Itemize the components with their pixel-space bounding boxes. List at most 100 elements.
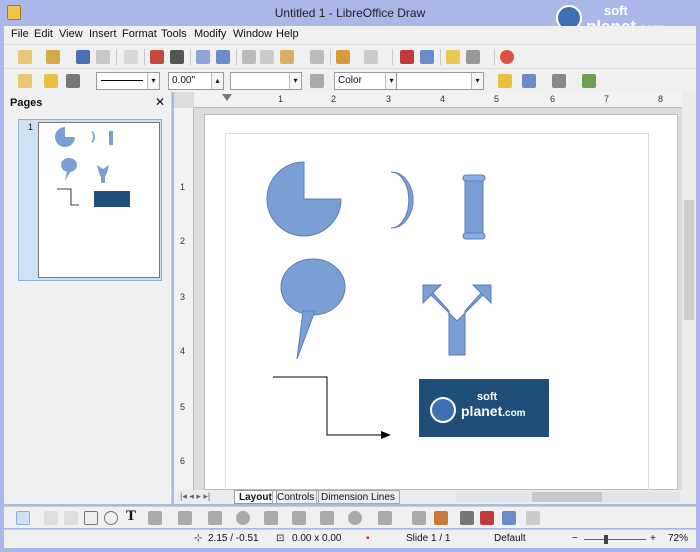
menu-modify[interactable]: Modify	[194, 28, 226, 40]
zoom-out-icon[interactable]: −	[572, 533, 578, 544]
menu-insert[interactable]: Insert	[89, 28, 117, 40]
gallery-icon[interactable]	[502, 511, 516, 525]
ruler-h-4: 4	[440, 94, 446, 104]
area-style-select[interactable]: Color ▾	[334, 72, 398, 90]
menu-format[interactable]: Format	[122, 28, 157, 40]
undo-icon[interactable]	[336, 50, 350, 64]
clone-formatting-icon[interactable]	[310, 50, 324, 64]
zoom-in-icon[interactable]: +	[650, 533, 656, 544]
zoom-level[interactable]: 72%	[668, 533, 688, 544]
close-icon[interactable]: ✕	[155, 95, 165, 109]
ruler-h-7: 7	[604, 94, 610, 104]
line-arrow-icon[interactable]	[64, 511, 78, 525]
line-width-field[interactable]: 0.00" ▴	[168, 72, 224, 90]
line-style-select[interactable]: ▾	[96, 72, 160, 90]
insert-image-icon[interactable]	[460, 511, 474, 525]
vertical-scrollbar[interactable]	[682, 92, 696, 490]
menu-view[interactable]: View	[59, 28, 83, 40]
stars-icon[interactable]	[378, 511, 392, 525]
vertical-ruler: 1 2 3 4 5 6	[174, 108, 194, 490]
area-fill-select[interactable]: ▾	[396, 72, 484, 90]
fontwork-icon[interactable]	[434, 511, 448, 525]
tab-dimension-lines[interactable]: Dimension Lines	[316, 490, 400, 504]
zoom-slider-thumb[interactable]	[604, 535, 608, 544]
callouts-icon[interactable]	[348, 511, 362, 525]
horizontal-scrollbar[interactable]	[456, 492, 680, 502]
help-icon[interactable]	[500, 50, 514, 64]
3d-objects-icon[interactable]	[526, 511, 540, 525]
line-icon[interactable]	[44, 511, 58, 525]
points-icon[interactable]	[446, 50, 460, 64]
text-icon[interactable]: T	[126, 508, 136, 525]
title-bar: Untitled 1 - LibreOffice Draw soft plane…	[0, 0, 700, 36]
spelling-icon[interactable]	[196, 50, 210, 64]
copy-icon[interactable]	[260, 50, 274, 64]
chevron-down-icon: ▾	[289, 73, 301, 89]
autospell-icon[interactable]	[216, 50, 230, 64]
menu-help[interactable]: Help	[276, 28, 299, 40]
edit-file-icon[interactable]	[124, 50, 138, 64]
tab-layout[interactable]: Layout	[234, 490, 277, 504]
extrusion-icon[interactable]	[480, 511, 494, 525]
select-icon[interactable]	[16, 511, 30, 525]
scrollbar-thumb[interactable]	[532, 492, 602, 502]
lines-arrows-icon[interactable]	[208, 511, 222, 525]
align-icon[interactable]	[552, 74, 566, 88]
ruler-h-5: 5	[494, 94, 500, 104]
zoom-slider[interactable]	[584, 535, 646, 544]
symbol-shapes-icon[interactable]	[264, 511, 278, 525]
ruler-h-6: 6	[550, 94, 556, 104]
flowchart-icon[interactable]	[320, 511, 334, 525]
ruler-v-6: 6	[180, 456, 186, 466]
logo-planet-word: planet	[461, 403, 503, 419]
scrollbar-thumb[interactable]	[684, 200, 694, 320]
zoom-icon[interactable]	[466, 50, 480, 64]
rectangle-icon[interactable]	[84, 511, 98, 525]
basic-shapes-icon[interactable]	[236, 511, 250, 525]
rotate-icon[interactable]	[522, 74, 536, 88]
pie-shape	[266, 161, 342, 237]
points-edit-icon[interactable]	[412, 511, 426, 525]
ellipse-icon[interactable]	[104, 511, 118, 525]
arrow-style-icon[interactable]	[66, 74, 80, 88]
slide-number: 1	[28, 122, 34, 132]
redo-icon[interactable]	[364, 50, 378, 64]
line-color-select[interactable]: ▾	[230, 72, 302, 90]
open-icon[interactable]	[46, 50, 60, 64]
drawing-page[interactable]: soft planet.com	[204, 114, 678, 493]
menu-edit[interactable]: Edit	[34, 28, 53, 40]
export-pdf-icon[interactable]	[150, 50, 164, 64]
tab-nav-icons[interactable]: |◂ ◂ ▸ ▸|	[180, 491, 210, 502]
menu-window[interactable]: Window	[233, 28, 272, 40]
navigator-icon[interactable]	[420, 50, 434, 64]
cut-icon[interactable]	[242, 50, 256, 64]
paste-icon[interactable]	[280, 50, 294, 64]
scroll-shape	[462, 174, 486, 240]
spinner-icon: ▴	[211, 73, 223, 89]
styles-icon[interactable]	[18, 74, 32, 88]
line-filling-toolbar: ▾ 0.00" ▴ ▾ Color ▾ ▾	[4, 68, 696, 92]
object-size: 0.00 x 0.00	[292, 533, 342, 544]
menu-tools[interactable]: Tools	[161, 28, 187, 40]
save-icon[interactable]	[76, 50, 90, 64]
ruler-v-3: 3	[180, 292, 186, 302]
connector-icon[interactable]	[178, 511, 192, 525]
email-icon[interactable]	[96, 50, 110, 64]
slide-thumbnail-page[interactable]	[38, 122, 160, 278]
split-arrow-shape	[422, 284, 492, 356]
moon-shape	[390, 171, 414, 229]
curve-icon[interactable]	[148, 511, 162, 525]
block-arrows-icon[interactable]	[292, 511, 306, 525]
area-icon[interactable]	[310, 74, 324, 88]
tab-controls[interactable]: Controls	[272, 490, 320, 504]
shadow-icon[interactable]	[498, 74, 512, 88]
print-icon[interactable]	[170, 50, 184, 64]
new-document-icon[interactable]	[18, 50, 32, 64]
fill-format-icon[interactable]	[44, 74, 58, 88]
page-shapes	[266, 161, 549, 439]
chart-icon[interactable]	[400, 50, 414, 64]
menu-file[interactable]: File	[11, 28, 29, 40]
arrange-icon[interactable]	[582, 74, 596, 88]
pages-panel-title: Pages	[10, 97, 43, 109]
document-modified-icon[interactable]: ▪	[366, 533, 370, 544]
